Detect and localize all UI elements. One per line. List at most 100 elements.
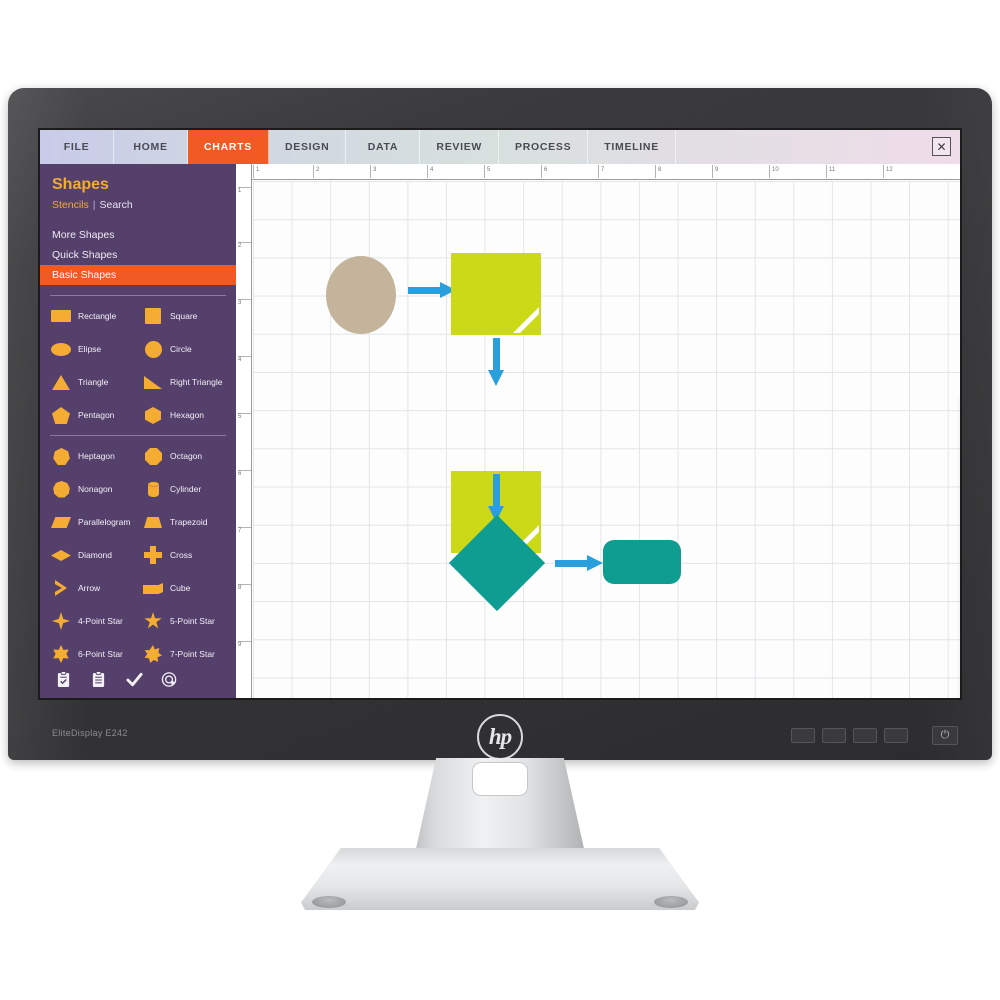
heptagon-icon <box>51 446 71 466</box>
diagram-node-start-ellipse[interactable] <box>326 256 396 334</box>
shape-label: 6-Point Star <box>78 648 123 659</box>
shape-item-7-point-star[interactable]: 7-Point Star <box>138 644 230 664</box>
sidebar-item-label: Basic Shapes <box>52 269 117 281</box>
diagram-connector-1[interactable] <box>408 282 456 298</box>
shape-item-pentagon[interactable]: Pentagon <box>46 405 138 425</box>
diagram-node-process-box-1[interactable] <box>451 253 541 335</box>
stencils-link[interactable]: Stencils <box>52 199 89 211</box>
shape-label: Cross <box>170 549 193 560</box>
shape-item-rectangle[interactable]: Rectangle <box>46 306 138 326</box>
sidebar-divider-top <box>50 295 226 296</box>
close-icon[interactable]: ✕ <box>932 137 951 156</box>
sidebar-item-quick-shapes[interactable]: Quick Shapes <box>40 245 236 265</box>
triangle-icon <box>51 372 71 392</box>
shape-item-arrow[interactable]: Arrow <box>46 578 138 598</box>
tab-label: PROCESS <box>515 141 572 153</box>
shape-label: Hexagon <box>170 409 205 420</box>
target-icon[interactable] <box>161 671 178 690</box>
shape-grid-extended: Heptagon Octagon Nonagon Cylinder Parall… <box>40 446 236 664</box>
osd-button[interactable] <box>822 728 846 743</box>
ellipse-icon <box>51 339 71 359</box>
sidebar-item-more-shapes[interactable]: More Shapes <box>40 225 236 245</box>
shape-item-cross[interactable]: Cross <box>138 545 230 565</box>
shape-item-octagon[interactable]: Octagon <box>138 446 230 466</box>
clipboard-check-icon[interactable] <box>56 671 73 690</box>
ruler-tick: 5 <box>484 165 490 178</box>
check-icon[interactable] <box>126 671 143 690</box>
shape-item-parallelogram[interactable]: Parallelogram <box>46 512 138 532</box>
power-icon[interactable]: ⏻ <box>932 726 958 745</box>
shape-item-diamond[interactable]: Diamond <box>46 545 138 565</box>
shape-item-6-point-star[interactable]: 6-Point Star <box>46 644 138 664</box>
tab-design[interactable]: DESIGN <box>269 130 347 164</box>
shape-item-hexagon[interactable]: Hexagon <box>138 405 230 425</box>
shape-item-cube[interactable]: Cube <box>138 578 230 598</box>
tab-data[interactable]: DATA <box>346 130 421 164</box>
canvas-grid[interactable] <box>253 181 960 698</box>
osd-button[interactable] <box>791 728 815 743</box>
osd-button[interactable] <box>853 728 877 743</box>
shape-label: Nonagon <box>78 483 113 494</box>
ruler-tick: 3 <box>370 165 376 178</box>
sidebar-item-basic-shapes[interactable]: Basic Shapes <box>40 265 236 285</box>
tab-process[interactable]: PROCESS <box>499 130 589 164</box>
clipboard-list-icon[interactable] <box>91 671 108 690</box>
tab-label: FILE <box>63 141 90 153</box>
page-title: Shapes <box>52 176 109 193</box>
hexagon-icon <box>143 405 163 425</box>
stand-foot-left <box>312 896 346 908</box>
tab-home[interactable]: HOME <box>114 130 188 164</box>
shape-label: Parallelogram <box>78 516 131 527</box>
sidebar-links: Stencils | Search <box>52 199 236 211</box>
drawing-canvas[interactable]: 1 2 3 4 5 6 7 8 9 10 11 12 1 2 3 4 5 6 7… <box>236 164 960 698</box>
shape-label: Elipse <box>78 343 102 354</box>
monitor-bezel: FILE HOME CHARTS DESIGN DATA REVIEW PROC… <box>8 88 992 760</box>
shape-label: Circle <box>170 343 192 354</box>
tab-label: REVIEW <box>436 141 483 153</box>
trapezoid-icon <box>143 512 163 532</box>
tab-review[interactable]: REVIEW <box>420 130 500 164</box>
monitor-model-label: EliteDisplay E242 <box>52 728 128 738</box>
shape-item-cylinder[interactable]: Cylinder <box>138 479 230 499</box>
hp-logo: hp <box>477 714 523 760</box>
osd-button-group <box>791 728 908 743</box>
shape-label: Heptagon <box>78 450 115 461</box>
shape-item-circle[interactable]: Circle <box>138 339 230 359</box>
ruler-tick: 3 <box>238 299 251 306</box>
diagram-connector-4[interactable] <box>555 555 603 571</box>
arrow-icon <box>51 578 71 598</box>
diagram-node-end-rounded-rect[interactable] <box>603 540 681 584</box>
shapes-sidebar: Shapes Stencils | Search More Shapes Quick… <box>40 164 236 698</box>
shape-item-triangle[interactable]: Triangle <box>46 372 138 392</box>
star-5-icon <box>143 611 163 631</box>
monitor-screen: FILE HOME CHARTS DESIGN DATA REVIEW PROC… <box>40 130 960 698</box>
tab-label: CHARTS <box>204 141 252 153</box>
shape-item-5-point-star[interactable]: 5-Point Star <box>138 611 230 631</box>
diamond-icon <box>51 545 71 565</box>
search-link[interactable]: Search <box>100 199 133 211</box>
shape-label: Arrow <box>78 582 101 593</box>
tab-file[interactable]: FILE <box>40 130 114 164</box>
shape-item-trapezoid[interactable]: Trapezoid <box>138 512 230 532</box>
diagram-connector-2[interactable] <box>488 338 504 386</box>
ribbon-tabbar: FILE HOME CHARTS DESIGN DATA REVIEW PROC… <box>40 130 960 164</box>
shape-item-elipse[interactable]: Elipse <box>46 339 138 359</box>
shape-item-nonagon[interactable]: Nonagon <box>46 479 138 499</box>
shape-item-square[interactable]: Square <box>138 306 230 326</box>
cube-icon <box>143 578 163 598</box>
shape-item-right-triangle[interactable]: Right Triangle <box>138 372 230 392</box>
shape-item-heptagon[interactable]: Heptagon <box>46 446 138 466</box>
ruler-tick: 9 <box>712 165 718 178</box>
tab-charts[interactable]: CHARTS <box>188 130 269 164</box>
tab-timeline[interactable]: TIMELINE <box>588 130 676 164</box>
sidebar-divider-mid <box>50 435 226 436</box>
ruler-tick: 6 <box>238 470 251 477</box>
osd-button[interactable] <box>884 728 908 743</box>
sidebar-toolbar <box>40 671 236 690</box>
tabbar-spacer <box>676 130 960 164</box>
ruler-tick: 7 <box>598 165 604 178</box>
shape-item-4-point-star[interactable]: 4-Point Star <box>46 611 138 631</box>
pentagon-icon <box>51 405 71 425</box>
star-4-icon <box>51 611 71 631</box>
shape-label: Diamond <box>78 549 113 560</box>
